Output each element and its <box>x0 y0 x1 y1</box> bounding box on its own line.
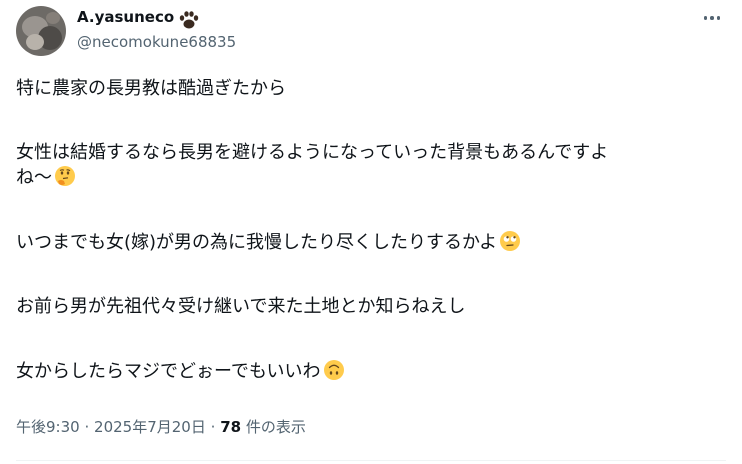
more-dots-icon-dot <box>716 16 721 20</box>
post-date[interactable]: 2025年7月20日 <box>94 418 206 436</box>
post-line: 女性は結婚するなら長男を避けるようになっていった背景もあるんですよ <box>16 142 609 163</box>
paw-icon <box>179 11 199 29</box>
post-card: A.yasuneco @necomokune68835 特に農家の長男教は酷過ぎ… <box>0 0 742 464</box>
post-text: 特に農家の長男教は酷過ぎたから 女性は結婚するなら長男を避けるようになっていった… <box>16 77 721 384</box>
display-name[interactable]: A.yasuneco <box>77 8 174 26</box>
post-line-with-emoji: ね～ <box>16 165 721 190</box>
post-line: お前ら男が先祖代々受け継いで来た土地とか知らねえし <box>16 296 466 317</box>
post-line: ね～ <box>16 167 52 188</box>
thinking-face-emoji <box>55 166 75 186</box>
divider <box>16 460 726 461</box>
post-line-with-emoji: 女からしたらマジでどぉーでもいいわ <box>16 359 721 384</box>
post-line: 女からしたらマジでどぉーでもいいわ <box>16 361 321 382</box>
meta-separator: · <box>210 418 216 436</box>
post-line: いつまでも女(嫁)が男の為に我慢したり尽くしたりするかよ <box>16 232 498 253</box>
more-options-button[interactable] <box>696 6 728 30</box>
post-line: 特に農家の長男教は酷過ぎたから <box>16 78 286 99</box>
views-label[interactable]: 件の表示 <box>246 418 306 436</box>
upside-down-face-emoji <box>323 360 344 380</box>
post-time[interactable]: 午後9:30 <box>16 418 80 436</box>
post-meta: 午後9:30 · 2025年7月20日 · 78 件の表示 <box>16 416 306 437</box>
post-line-with-emoji: いつまでも女(嫁)が男の為に我慢したり尽くしたりするかよ <box>16 230 721 255</box>
more-dots-icon-dot <box>710 16 714 20</box>
views-count[interactable]: 78 <box>220 418 241 436</box>
more-dots-icon <box>703 16 708 20</box>
meta-separator: · <box>84 418 90 436</box>
user-handle[interactable]: @necomokune68835 <box>77 33 236 51</box>
avatar[interactable] <box>16 6 66 56</box>
face-with-rolling-eyes-emoji <box>500 231 521 251</box>
